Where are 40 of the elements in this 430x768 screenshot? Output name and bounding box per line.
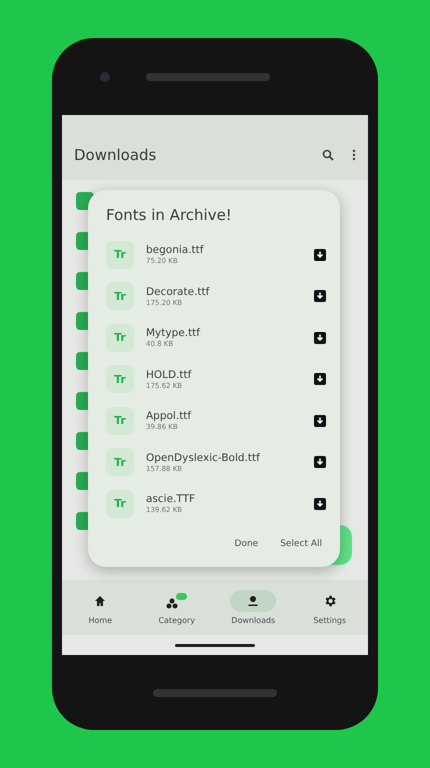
file-name: Mytype.ttf (146, 327, 202, 340)
download-icon (247, 595, 260, 607)
nav-item[interactable]: Settings (292, 580, 368, 635)
download-icon[interactable] (314, 456, 326, 468)
file-name: ascie.TTF (146, 493, 196, 506)
file-name: Decorate.ttf (146, 286, 210, 298)
dialog-action-button[interactable]: Done (234, 538, 258, 548)
settings-icon (322, 594, 337, 608)
nav-label: Settings (313, 616, 346, 625)
nav-label: Category (158, 616, 196, 625)
font-file-icon: Tr (106, 324, 134, 352)
download-icon[interactable] (314, 498, 326, 510)
download-icon[interactable] (314, 414, 326, 427)
file-name: HOLD.ttf (146, 368, 192, 381)
nav-label: Home (88, 616, 112, 625)
font-file-icon: Tr (106, 240, 134, 269)
file-name: begonia.ttf (146, 244, 205, 256)
download-icon[interactable] (314, 373, 326, 386)
font-file-icon: Tr (106, 490, 134, 518)
dialog-action-button[interactable]: Select All (280, 538, 322, 548)
category-icon (166, 593, 188, 609)
font-file-icon: Tr (106, 406, 134, 435)
nav-label: Downloads (231, 616, 276, 625)
dialog-title: Fonts in Archive! (106, 206, 233, 224)
nav-item[interactable]: Home (62, 580, 138, 635)
app-bar-title: Downloads (74, 146, 158, 164)
download-icon[interactable] (314, 290, 326, 302)
file-name: OpenDyslexic-Bold.ttf (146, 452, 261, 464)
nav-item[interactable]: Category (138, 580, 215, 635)
camera (100, 72, 110, 82)
download-icon[interactable] (314, 332, 326, 344)
search-icon[interactable] (322, 149, 334, 161)
home-icon (94, 595, 106, 607)
download-icon[interactable] (314, 248, 326, 261)
font-file-icon: Tr (106, 282, 134, 310)
nav-item[interactable]: Downloads (215, 580, 292, 635)
font-file-icon: Tr (106, 365, 134, 394)
more-icon[interactable] (352, 149, 356, 161)
font-file-icon: Tr (106, 448, 134, 476)
file-name: Appol.ttf (146, 410, 192, 422)
